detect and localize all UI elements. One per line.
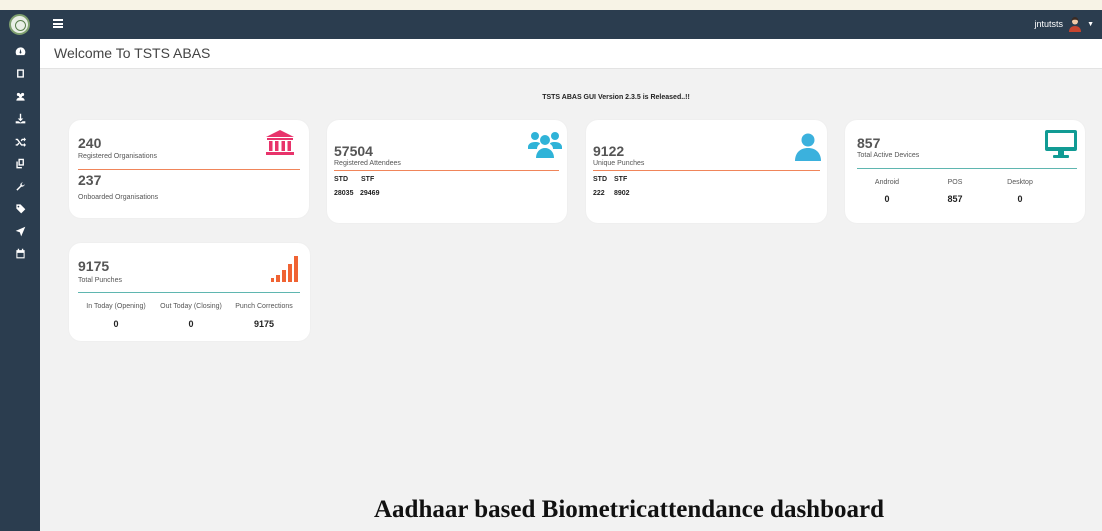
copy-icon[interactable]	[0, 153, 40, 176]
tag-icon[interactable]	[0, 198, 40, 221]
android-label: Android	[874, 179, 900, 186]
stf-label: STF	[361, 176, 375, 183]
users-icon[interactable]	[0, 85, 40, 108]
registered-attendees-label: Registered Attendees	[334, 160, 401, 167]
out-today-value: 0	[188, 319, 194, 329]
pos-label: POS	[947, 179, 963, 186]
total-punches-value: 9175	[78, 258, 110, 274]
registered-organisations-label: Registered Organisations	[78, 153, 157, 160]
card-registered-attendees: 57504 Registered Attendees STD STF 28035…	[327, 120, 567, 223]
punch-corrections-label: Punch Corrections	[235, 303, 293, 310]
card-active-devices: 857 Total Active Devices Android POS Des…	[845, 120, 1085, 223]
desktop-value: 0	[1017, 194, 1023, 204]
in-today-label: In Today (Opening)	[86, 303, 146, 310]
tablet-icon[interactable]	[0, 63, 40, 86]
shuffle-icon[interactable]	[0, 130, 40, 153]
std-value: 28035	[334, 190, 354, 197]
user-menu[interactable]: jntutsts ▼	[1035, 15, 1094, 33]
user-icon	[795, 133, 821, 166]
registered-organisations-value: 240	[78, 135, 102, 151]
release-notice: TSTS ABAS GUI Version 2.3.5 is Released.…	[542, 94, 690, 101]
dashboard-icon[interactable]	[0, 40, 40, 63]
location-arrow-icon[interactable]	[0, 220, 40, 243]
stf-value: 29469	[360, 190, 380, 197]
divider	[78, 292, 300, 293]
std-label: STD	[334, 176, 348, 183]
signal-bars-icon	[271, 255, 299, 288]
bank-icon	[265, 130, 295, 161]
download-icon[interactable]	[0, 108, 40, 131]
total-punches-label: Total Punches	[78, 277, 122, 284]
page-header: Welcome To TSTS ABAS	[40, 39, 1102, 69]
divider	[593, 170, 820, 171]
sidebar-menu	[0, 40, 40, 265]
top-navbar: jntutsts ▼	[40, 10, 1102, 39]
stf-value: 8902	[614, 190, 630, 197]
in-today-value: 0	[113, 319, 119, 329]
card-organisations: 240 Registered Organisations 237 Onboard…	[69, 120, 309, 218]
figure-caption: Aadhaar based Biometricattendance dashbo…	[374, 496, 884, 523]
chevron-down-icon: ▼	[1087, 20, 1094, 28]
card-total-punches: 9175 Total Punches In Today (Opening) Ou…	[69, 243, 310, 341]
unique-punches-label: Unique Punches	[593, 160, 645, 167]
onboarded-organisations-value: 237	[78, 172, 102, 188]
avatar	[1067, 16, 1083, 32]
app-frame: jntutsts ▼ Welcome To TSTS ABAS TSTS ABA…	[0, 10, 1102, 531]
std-value: 222	[593, 190, 605, 197]
divider	[334, 170, 559, 171]
page-title: Welcome To TSTS ABAS	[54, 45, 211, 61]
android-value: 0	[884, 194, 890, 204]
calendar-icon[interactable]	[0, 243, 40, 266]
registered-attendees-value: 57504	[334, 143, 373, 159]
wrench-icon[interactable]	[0, 175, 40, 198]
out-today-label: Out Today (Closing)	[160, 303, 222, 310]
active-devices-label: Total Active Devices	[857, 152, 920, 159]
unique-punches-value: 9122	[593, 143, 625, 159]
username: jntutsts	[1034, 19, 1064, 29]
pos-value: 857	[947, 194, 963, 204]
stf-label: STF	[614, 176, 628, 183]
users-group-icon	[528, 130, 562, 163]
sidebar	[0, 10, 40, 531]
monitor-icon	[1044, 129, 1078, 164]
menu-toggle-icon[interactable]	[53, 19, 63, 28]
std-label: STD	[593, 176, 607, 183]
card-unique-punches: 9122 Unique Punches STD STF 222 8902	[586, 120, 827, 223]
onboarded-organisations-label: Onboarded Organisations	[78, 194, 159, 201]
punch-corrections-value: 9175	[253, 319, 275, 329]
desktop-label: Desktop	[1007, 179, 1033, 186]
divider	[78, 169, 300, 170]
logo-icon[interactable]	[9, 14, 30, 35]
active-devices-value: 857	[857, 135, 881, 151]
divider	[857, 168, 1077, 169]
